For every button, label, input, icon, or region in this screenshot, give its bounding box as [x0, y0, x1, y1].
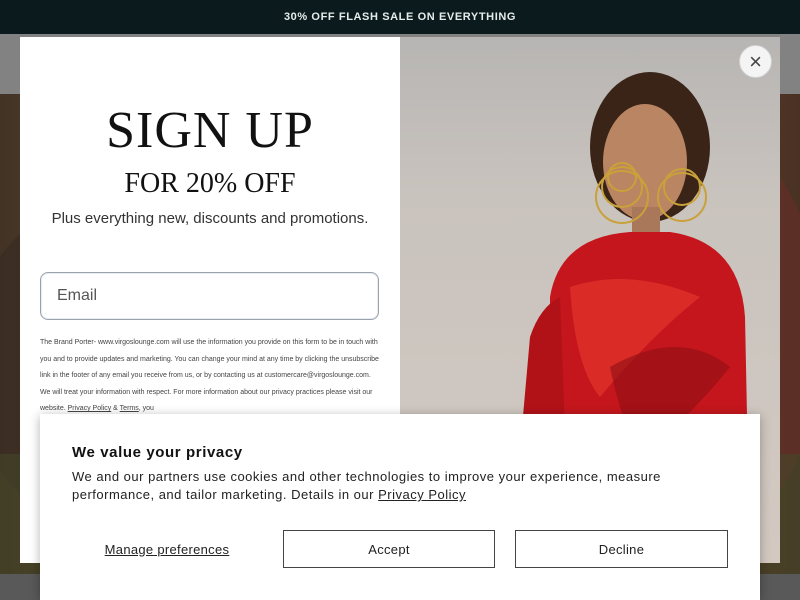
legal-tail-word: you [142, 405, 154, 413]
legal-body: The Brand Porter- www.virgoslounge.com w… [40, 339, 379, 413]
signup-subheadline: FOR 20% OFF [124, 168, 296, 199]
signup-tagline: Plus everything new, discounts and promo… [51, 210, 369, 227]
email-field[interactable] [40, 272, 379, 320]
cookie-body: We and our partners use cookies and othe… [72, 468, 732, 504]
privacy-policy-link[interactable]: Privacy Policy [68, 405, 112, 412]
cookie-consent-banner: We value your privacy We and our partner… [40, 414, 760, 600]
signup-headline: SIGN UP [106, 102, 314, 159]
manage-preferences-button[interactable]: Manage preferences [72, 530, 262, 568]
signup-legal-text: The Brand Porter- www.virgoslounge.com w… [40, 335, 380, 418]
close-icon: × [749, 48, 762, 74]
close-popup-button[interactable]: × [739, 45, 772, 78]
cookie-title: We value your privacy [72, 444, 243, 461]
accept-button[interactable]: Accept [283, 530, 495, 568]
announcement-bar: 30% OFF FLASH SALE ON EVERYTHING [0, 0, 800, 34]
announcement-text: 30% OFF FLASH SALE ON EVERYTHING [283, 11, 517, 23]
decline-button[interactable]: Decline [515, 530, 728, 568]
cookie-privacy-link[interactable]: Privacy Policy [378, 487, 466, 502]
cookie-body-text: We and our partners use cookies and othe… [72, 469, 661, 502]
legal-amp: & [113, 405, 118, 413]
terms-link[interactable]: Terms [120, 405, 139, 412]
